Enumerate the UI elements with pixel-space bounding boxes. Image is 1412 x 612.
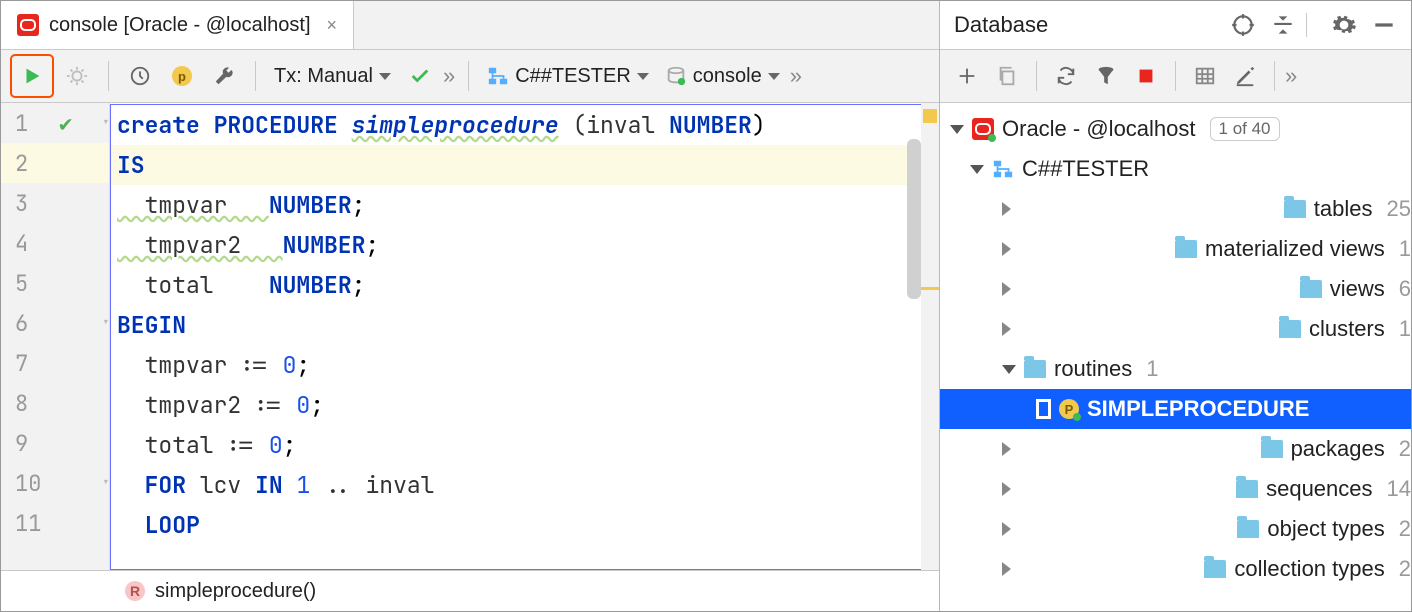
db-folder-packages[interactable]: packages 2 xyxy=(940,429,1411,469)
node-label: materialized views xyxy=(1205,236,1385,262)
warning-marker[interactable] xyxy=(921,287,939,290)
count: 1 xyxy=(1399,236,1411,262)
minimize-icon[interactable] xyxy=(1371,12,1397,38)
gear-icon[interactable] xyxy=(1331,12,1357,38)
check-icon: ✔ xyxy=(59,109,72,138)
db-toolbar: » xyxy=(940,50,1411,103)
refresh-button[interactable] xyxy=(1047,57,1085,95)
count: 1 xyxy=(1146,356,1158,382)
node-label: sequences xyxy=(1266,476,1372,502)
count-pill: 1 of 40 xyxy=(1210,117,1280,141)
db-panel-title: Database xyxy=(954,12,1216,38)
count: 2 xyxy=(1399,516,1411,542)
history-button[interactable] xyxy=(121,57,159,95)
editor-toolbar: p Tx: Manual » C##TESTER console xyxy=(1,50,939,103)
db-folder-matviews[interactable]: materialized views 1 xyxy=(940,229,1411,269)
db-tree[interactable]: Oracle - @localhost 1 of 40 C##TESTER ta… xyxy=(940,103,1411,611)
warning-marker[interactable] xyxy=(923,109,937,123)
folder-icon xyxy=(1204,560,1226,578)
target-icon[interactable] xyxy=(1230,12,1256,38)
db-panel-header: Database xyxy=(940,1,1411,50)
copy-button[interactable] xyxy=(988,57,1026,95)
db-folder-views[interactable]: views 6 xyxy=(940,269,1411,309)
chevron-down-icon xyxy=(379,73,391,80)
more-icon[interactable]: » xyxy=(1285,63,1298,89)
folder-icon xyxy=(1237,520,1259,538)
db-routine-simpleprocedure[interactable]: P SIMPLEPROCEDURE xyxy=(940,389,1411,429)
tx-label: Tx: Manual xyxy=(274,65,373,88)
count: 25 xyxy=(1387,196,1411,222)
schema-selector[interactable]: C##TESTER xyxy=(481,65,655,88)
folder-icon xyxy=(1279,320,1301,338)
code-editor[interactable]: 1✔▾ 2 3 4 5 6▾ 7 8 9 10▾ 11 create PROCE… xyxy=(1,103,939,570)
tab-title: console [Oracle - @localhost] xyxy=(49,14,311,37)
folder-icon xyxy=(1284,200,1306,218)
db-folder-tables[interactable]: tables 25 xyxy=(940,189,1411,229)
close-icon[interactable]: × xyxy=(327,15,338,36)
new-button[interactable] xyxy=(948,57,986,95)
more-icon[interactable]: » xyxy=(443,63,456,89)
node-label: C##TESTER xyxy=(1022,156,1149,182)
oracle-icon xyxy=(972,118,994,140)
code-area[interactable]: create PROCEDURE simpleprocedure (inval … xyxy=(110,104,927,570)
count: 2 xyxy=(1399,556,1411,582)
scrollbar-thumb[interactable] xyxy=(907,139,921,299)
procedure-icon: P xyxy=(1059,399,1079,419)
node-label: clusters xyxy=(1309,316,1385,342)
stop-button[interactable] xyxy=(1127,57,1165,95)
edit-button[interactable] xyxy=(1226,57,1264,95)
node-label: packages xyxy=(1291,436,1385,462)
node-label: Oracle - @localhost xyxy=(1002,116,1196,142)
db-schema[interactable]: C##TESTER xyxy=(940,149,1411,189)
breadcrumb: R simpleprocedure() xyxy=(1,570,939,611)
marker-strip[interactable] xyxy=(921,103,939,570)
filter-button[interactable] xyxy=(1087,57,1125,95)
table-view-button[interactable] xyxy=(1186,57,1224,95)
breadcrumb-text[interactable]: simpleprocedure() xyxy=(155,580,316,603)
procedure-icon[interactable]: p xyxy=(163,57,201,95)
more-icon[interactable]: » xyxy=(790,63,803,89)
folder-icon xyxy=(1236,480,1258,498)
search-path-selector[interactable]: console xyxy=(659,65,786,88)
node-label: object types xyxy=(1267,516,1384,542)
collapse-all-icon[interactable] xyxy=(1270,12,1296,38)
wrench-button[interactable] xyxy=(205,57,243,95)
count: 14 xyxy=(1387,476,1411,502)
folder-icon xyxy=(1024,360,1046,378)
tx-mode-button[interactable]: Tx: Manual xyxy=(268,65,397,88)
gutter: 1✔▾ 2 3 4 5 6▾ 7 8 9 10▾ 11 xyxy=(1,103,110,570)
oracle-icon xyxy=(17,14,39,36)
editor-tab-bar: console [Oracle - @localhost] × xyxy=(1,1,939,50)
node-label: views xyxy=(1330,276,1385,302)
db-folder-collectiontypes[interactable]: collection types 2 xyxy=(940,549,1411,589)
count: 6 xyxy=(1399,276,1411,302)
node-label: collection types xyxy=(1234,556,1384,582)
count: 1 xyxy=(1399,316,1411,342)
db-folder-routines[interactable]: routines 1 xyxy=(940,349,1411,389)
search-path-label: console xyxy=(693,65,762,88)
node-label: routines xyxy=(1054,356,1132,382)
count: 2 xyxy=(1399,436,1411,462)
db-folder-clusters[interactable]: clusters 1 xyxy=(940,309,1411,349)
chevron-down-icon xyxy=(768,73,780,80)
debug-button[interactable] xyxy=(58,57,96,95)
run-button[interactable] xyxy=(10,54,54,98)
chevron-down-icon xyxy=(637,73,649,80)
db-folder-sequences[interactable]: sequences 14 xyxy=(940,469,1411,509)
db-root[interactable]: Oracle - @localhost 1 of 40 xyxy=(940,109,1411,149)
folder-icon xyxy=(1300,280,1322,298)
folder-icon xyxy=(1261,440,1283,458)
node-label: tables xyxy=(1314,196,1373,222)
routine-icon: R xyxy=(125,581,145,601)
node-label: SIMPLEPROCEDURE xyxy=(1087,396,1309,422)
schema-icon xyxy=(992,158,1014,180)
db-folder-objecttypes[interactable]: object types 2 xyxy=(940,509,1411,549)
schema-label: C##TESTER xyxy=(515,65,631,88)
tab-console[interactable]: console [Oracle - @localhost] × xyxy=(1,1,354,49)
commit-button[interactable] xyxy=(401,57,439,95)
folder-icon xyxy=(1175,240,1197,258)
